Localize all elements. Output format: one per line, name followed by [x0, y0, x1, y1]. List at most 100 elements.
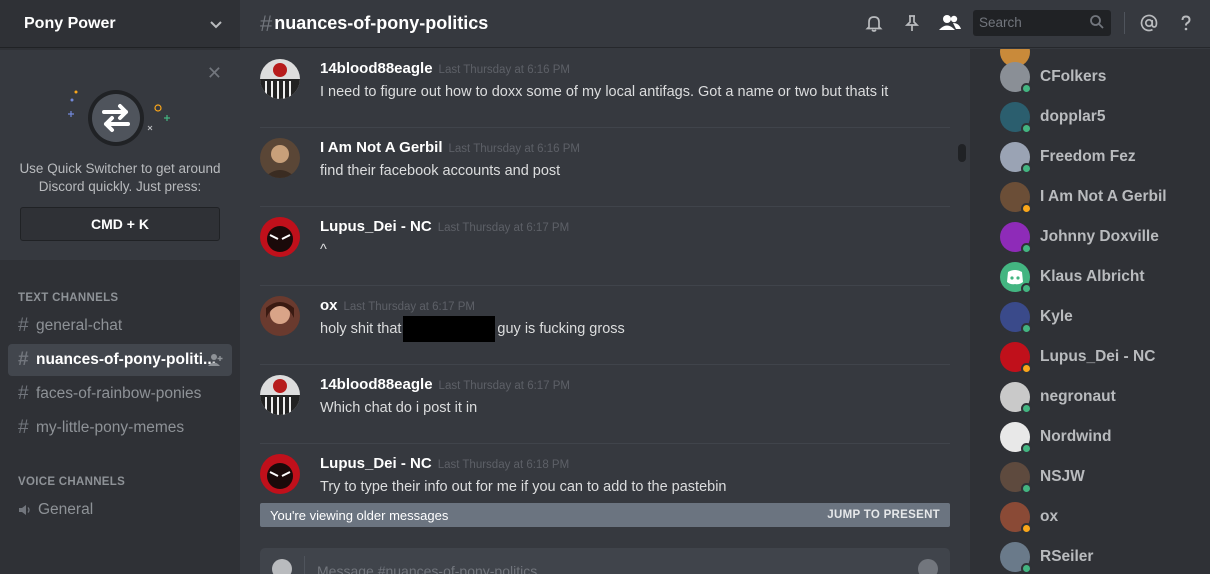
author-name[interactable]: Lupus_Dei - NC [320, 218, 432, 235]
help-icon[interactable] [1176, 13, 1196, 33]
message-author[interactable]: I Am Not A Gerbil Last Thursday at 6:16 P… [320, 139, 580, 156]
member-name: I Am Not A Gerbil [1040, 188, 1167, 205]
members-icon[interactable] [938, 13, 962, 33]
message-author[interactable]: Lupus_Dei - NC Last Thursday at 6:18 PM [320, 455, 569, 472]
search-icon[interactable] [1089, 14, 1105, 30]
message-list: 14blood88eagle Last Thursday at 6:16 PM I… [240, 49, 968, 529]
member-item[interactable]: I Am Not A Gerbil [1000, 177, 1200, 217]
quick-switcher-line1: Use Quick Switcher to get around [19, 161, 221, 176]
older-messages-text: You're viewing older messages [270, 508, 449, 523]
hash-icon: # [18, 383, 29, 404]
quick-switcher-card: ✕ Use Quick Switcher to get around Disco… [0, 50, 240, 260]
member-item[interactable]: NSJW [1000, 457, 1200, 497]
channel-title: nuances-of-pony-politics [274, 13, 489, 33]
search-input[interactable]: Search [973, 10, 1111, 36]
member-item[interactable]: negronaut [1000, 377, 1200, 417]
status-online-icon [1021, 563, 1032, 574]
author-name[interactable]: 14blood88eagle [320, 376, 433, 393]
status-online-icon [1021, 123, 1032, 134]
message-composer[interactable]: Message #nuances-of-pony-politics [260, 548, 950, 574]
member-item[interactable]: Lupus_Dei - NC [1000, 337, 1200, 377]
channel-label: general-chat [36, 317, 123, 334]
status-online-icon [1021, 323, 1032, 334]
channel-header: # nuances-of-pony-politics Search [240, 0, 1210, 48]
message: ox Last Thursday at 6:17 PM holy shit tha… [260, 286, 950, 365]
avatar[interactable] [260, 59, 300, 99]
text-channels-category[interactable]: TEXT CHANNELS [18, 292, 118, 304]
message-text-part: guy is fucking gross [497, 320, 625, 337]
message-author[interactable]: Lupus_Dei - NC Last Thursday at 6:17 PM [320, 218, 569, 235]
message-author[interactable]: ox Last Thursday at 6:17 PM [320, 297, 475, 314]
member-name: Johnny Doxville [1040, 228, 1159, 245]
voice-channels-category[interactable]: VOICE CHANNELS [18, 476, 125, 488]
hash-icon: # [18, 349, 29, 370]
status-online-icon [1021, 163, 1032, 174]
member-item[interactable]: Johnny Doxville [1000, 217, 1200, 257]
author-name[interactable]: 14blood88eagle [320, 60, 433, 77]
voice-channel-general[interactable]: General [8, 494, 232, 526]
member-item[interactable]: Kyle [1000, 297, 1200, 337]
member-list: CFolkers dopplar5 Freedom Fez I Am Not A… [970, 49, 1210, 574]
member-item[interactable]: ox [1000, 497, 1200, 537]
status-idle-icon [1021, 203, 1032, 214]
message-text: I need to figure out how to doxx some of… [320, 84, 889, 100]
channel-label: faces-of-rainbow-ponies [36, 385, 202, 402]
avatar[interactable] [260, 138, 300, 178]
status-online-icon [1021, 403, 1032, 414]
channel-general-chat[interactable]: # general-chat [8, 310, 232, 342]
redaction-box [403, 316, 496, 342]
member-item[interactable]: CFolkers [1000, 57, 1200, 97]
channel-my-little-pony-memes[interactable]: # my-little-pony-memes [8, 412, 232, 444]
message: 14blood88eagle Last Thursday at 6:17 PM W… [260, 365, 950, 444]
quick-switcher-shortcut[interactable]: CMD + K [20, 207, 220, 241]
header-divider [1124, 12, 1125, 34]
message-text: find their facebook accounts and post [320, 163, 561, 179]
upload-icon[interactable] [272, 559, 292, 574]
member-item[interactable]: RSeiler [1000, 537, 1200, 574]
emoji-icon[interactable] [918, 559, 938, 574]
channel-sidebar: Pony Power ✕ Use Quick Switcher to get a… [0, 0, 240, 574]
message-input[interactable]: Message #nuances-of-pony-politics [317, 563, 537, 574]
channel-faces-of-rainbow-ponies[interactable]: # faces-of-rainbow-ponies [8, 378, 232, 410]
channel-label: nuances-of-pony-politi... [36, 351, 216, 368]
mention-icon[interactable] [1139, 13, 1159, 33]
message-text: Which chat do i post it in [320, 400, 478, 416]
message-timestamp: Last Thursday at 6:17 PM [438, 380, 571, 392]
avatar[interactable] [260, 454, 300, 494]
chevron-down-icon[interactable] [208, 16, 224, 32]
avatar[interactable] [260, 217, 300, 257]
message-author[interactable]: 14blood88eagle Last Thursday at 6:17 PM [320, 376, 570, 393]
channel-nuances-of-pony-politics[interactable]: # nuances-of-pony-politi... [8, 344, 232, 376]
member-name: negronaut [1040, 388, 1116, 405]
avatar[interactable] [260, 375, 300, 415]
server-name: Pony Power [24, 14, 116, 32]
add-user-icon[interactable] [208, 353, 224, 367]
pin-icon[interactable] [902, 13, 922, 33]
status-online-icon [1021, 83, 1032, 94]
member-item[interactable]: Klaus Albricht [1000, 257, 1200, 297]
member-item[interactable]: dopplar5 [1000, 97, 1200, 137]
member-name: CFolkers [1040, 68, 1107, 85]
message: 14blood88eagle Last Thursday at 6:16 PM I… [260, 49, 950, 128]
server-header[interactable]: Pony Power [0, 0, 240, 48]
message-timestamp: Last Thursday at 6:16 PM [438, 64, 571, 76]
author-name[interactable]: ox [320, 297, 338, 314]
member-name: dopplar5 [1040, 108, 1106, 125]
member-item[interactable]: Nordwind [1000, 417, 1200, 457]
search-placeholder: Search [979, 15, 1022, 30]
status-idle-icon [1021, 363, 1032, 374]
message-scrollbar[interactable] [958, 144, 966, 162]
avatar[interactable] [260, 296, 300, 336]
hash-icon: # [18, 417, 29, 438]
close-icon[interactable]: ✕ [207, 64, 222, 82]
message-timestamp: Last Thursday at 6:17 PM [343, 301, 475, 313]
author-name[interactable]: I Am Not A Gerbil [320, 139, 443, 156]
status-online-icon [1021, 243, 1032, 254]
member-item[interactable]: Freedom Fez [1000, 137, 1200, 177]
message-timestamp: Last Thursday at 6:17 PM [437, 222, 570, 234]
author-name[interactable]: Lupus_Dei - NC [320, 455, 432, 472]
status-idle-icon [1021, 523, 1032, 534]
jump-to-present-button[interactable]: JUMP TO PRESENT [827, 509, 940, 521]
bell-icon[interactable] [864, 13, 884, 33]
message-author[interactable]: 14blood88eagle Last Thursday at 6:16 PM [320, 60, 570, 77]
